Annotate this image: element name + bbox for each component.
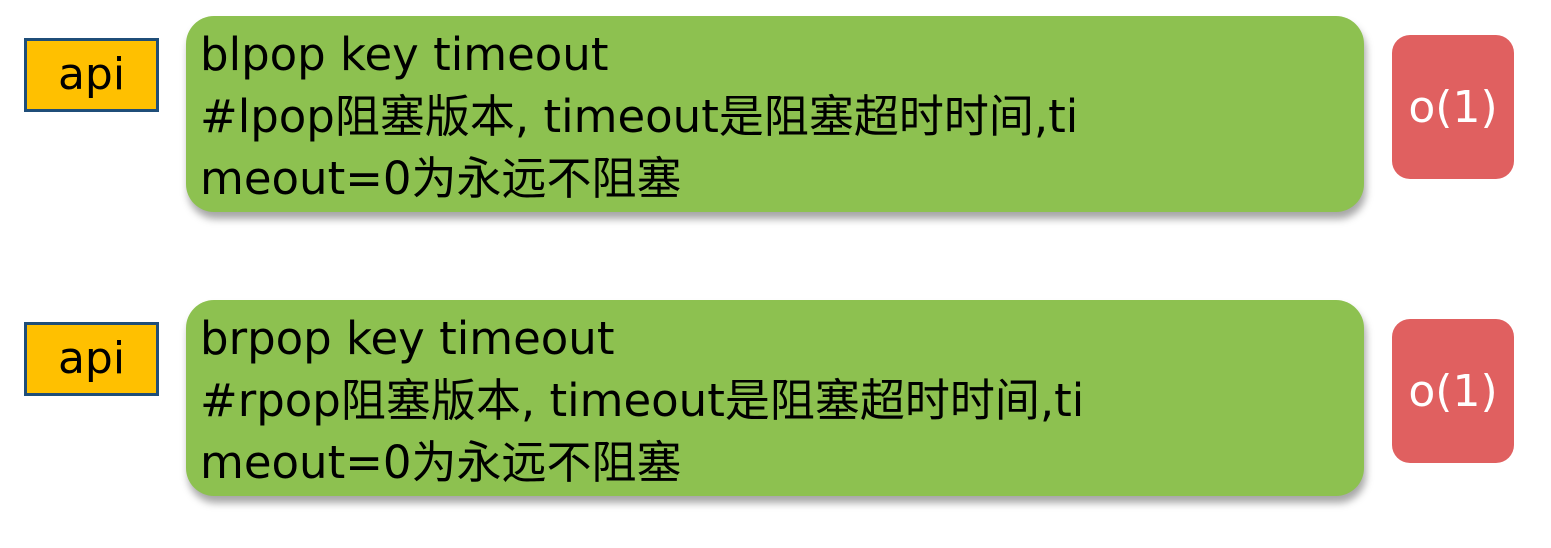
diagram-canvas: api blpop key timeout #lpop阻塞版本, timeout… — [0, 0, 1551, 548]
command-row-blpop: api blpop key timeout #lpop阻塞版本, timeout… — [0, 16, 1551, 216]
command-syntax: brpop key timeout — [200, 312, 615, 365]
complexity-badge: o(1) — [1392, 319, 1514, 463]
command-description: #lpop阻塞版本, timeout是阻塞超时时间,timeout=0为永远不阻… — [200, 90, 1079, 205]
command-box: blpop key timeout #lpop阻塞版本, timeout是阻塞超… — [186, 16, 1364, 212]
api-tag: api — [24, 322, 159, 396]
command-row-brpop: api brpop key timeout #rpop阻塞版本, timeout… — [0, 300, 1551, 500]
command-box: brpop key timeout #rpop阻塞版本, timeout是阻塞超… — [186, 300, 1364, 496]
api-tag: api — [24, 38, 159, 112]
complexity-badge: o(1) — [1392, 35, 1514, 179]
command-description: #rpop阻塞版本, timeout是阻塞超时时间,timeout=0为永远不阻… — [200, 374, 1085, 489]
command-syntax: blpop key timeout — [200, 28, 609, 81]
